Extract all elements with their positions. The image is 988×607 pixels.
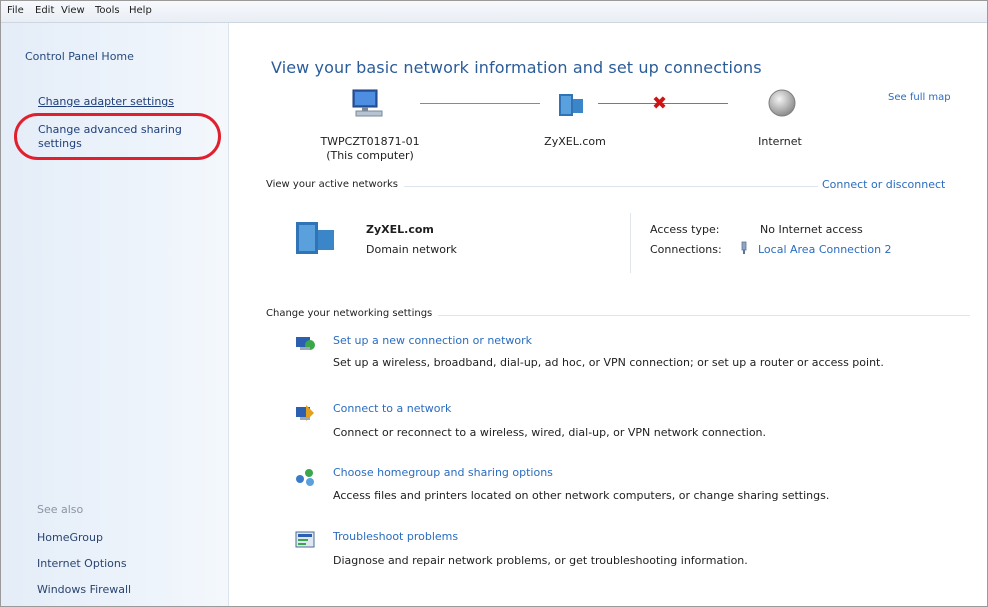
new-connection-icon: [296, 337, 315, 350]
connection-line-computer-network: [420, 103, 540, 104]
troubleshoot-problems-desc: Diagnose and repair network problems, or…: [333, 554, 748, 567]
active-network-type: Domain network: [366, 243, 457, 256]
access-type-value: No Internet access: [760, 223, 863, 236]
navigation-pane: Control Panel Home Change adapter settin…: [1, 23, 229, 606]
network-label: ZyXEL.com: [544, 135, 606, 148]
troubleshoot-problems-link[interactable]: Troubleshoot problems: [333, 530, 458, 543]
menu-help[interactable]: Help: [129, 5, 152, 16]
homegroup-sharing-desc: Access files and printers located on oth…: [333, 489, 830, 502]
see-also-label: See also: [37, 503, 84, 516]
connect-to-network-desc: Connect or reconnect to a wireless, wire…: [333, 426, 767, 439]
menu-file[interactable]: File: [7, 5, 24, 16]
main-content: View your basic network information and …: [230, 23, 987, 606]
menu-tools[interactable]: Tools: [95, 5, 120, 16]
active-network-name: ZyXEL.com: [366, 223, 434, 236]
menu-edit[interactable]: Edit: [35, 5, 54, 16]
highlight-oval: [14, 113, 221, 160]
lan-connection-icon: [741, 241, 747, 254]
windows-firewall-link[interactable]: Windows Firewall: [37, 583, 131, 597]
computer-icon: [352, 89, 383, 117]
homegroup-sharing-link[interactable]: Choose homegroup and sharing options: [333, 466, 553, 479]
menu-bar: File Edit View Tools Help: [1, 1, 987, 23]
internet-label: Internet: [758, 135, 802, 148]
vertical-divider: [630, 213, 631, 273]
computer-label: TWPCZT01871-01 (This computer): [300, 135, 440, 163]
computer-name: TWPCZT01871-01: [320, 135, 420, 148]
troubleshoot-icon: [295, 531, 315, 548]
connect-or-disconnect-link[interactable]: Connect or disconnect: [822, 178, 945, 191]
control-panel-home-link[interactable]: Control Panel Home: [25, 50, 134, 64]
networking-settings-title: Change your networking settings: [266, 308, 439, 319]
connect-to-network-link[interactable]: Connect to a network: [333, 402, 451, 415]
connections-label: Connections:: [650, 243, 722, 256]
domain-network-icon: [296, 222, 334, 254]
change-adapter-settings-link[interactable]: Change adapter settings: [38, 95, 174, 109]
homegroup-link[interactable]: HomeGroup: [37, 531, 103, 545]
network-icon: [559, 94, 583, 116]
page-title: View your basic network information and …: [271, 58, 762, 77]
active-networks-title: View your active networks: [266, 179, 404, 190]
homegroup-icon: [296, 469, 314, 486]
internet-options-link[interactable]: Internet Options: [37, 557, 127, 571]
setup-new-connection-link[interactable]: Set up a new connection or network: [333, 334, 532, 347]
computer-sub: (This computer): [326, 149, 414, 162]
local-area-connection-link[interactable]: Local Area Connection 2: [758, 243, 892, 256]
connect-network-icon: [296, 405, 314, 421]
internet-globe-icon: [768, 89, 796, 117]
access-type-label: Access type:: [650, 223, 720, 236]
setup-new-connection-desc: Set up a wireless, broadband, dial-up, a…: [333, 356, 884, 369]
see-full-map-link[interactable]: See full map: [888, 92, 951, 103]
no-connection-x-icon: ✖: [652, 93, 668, 114]
menu-view[interactable]: View: [61, 5, 85, 16]
